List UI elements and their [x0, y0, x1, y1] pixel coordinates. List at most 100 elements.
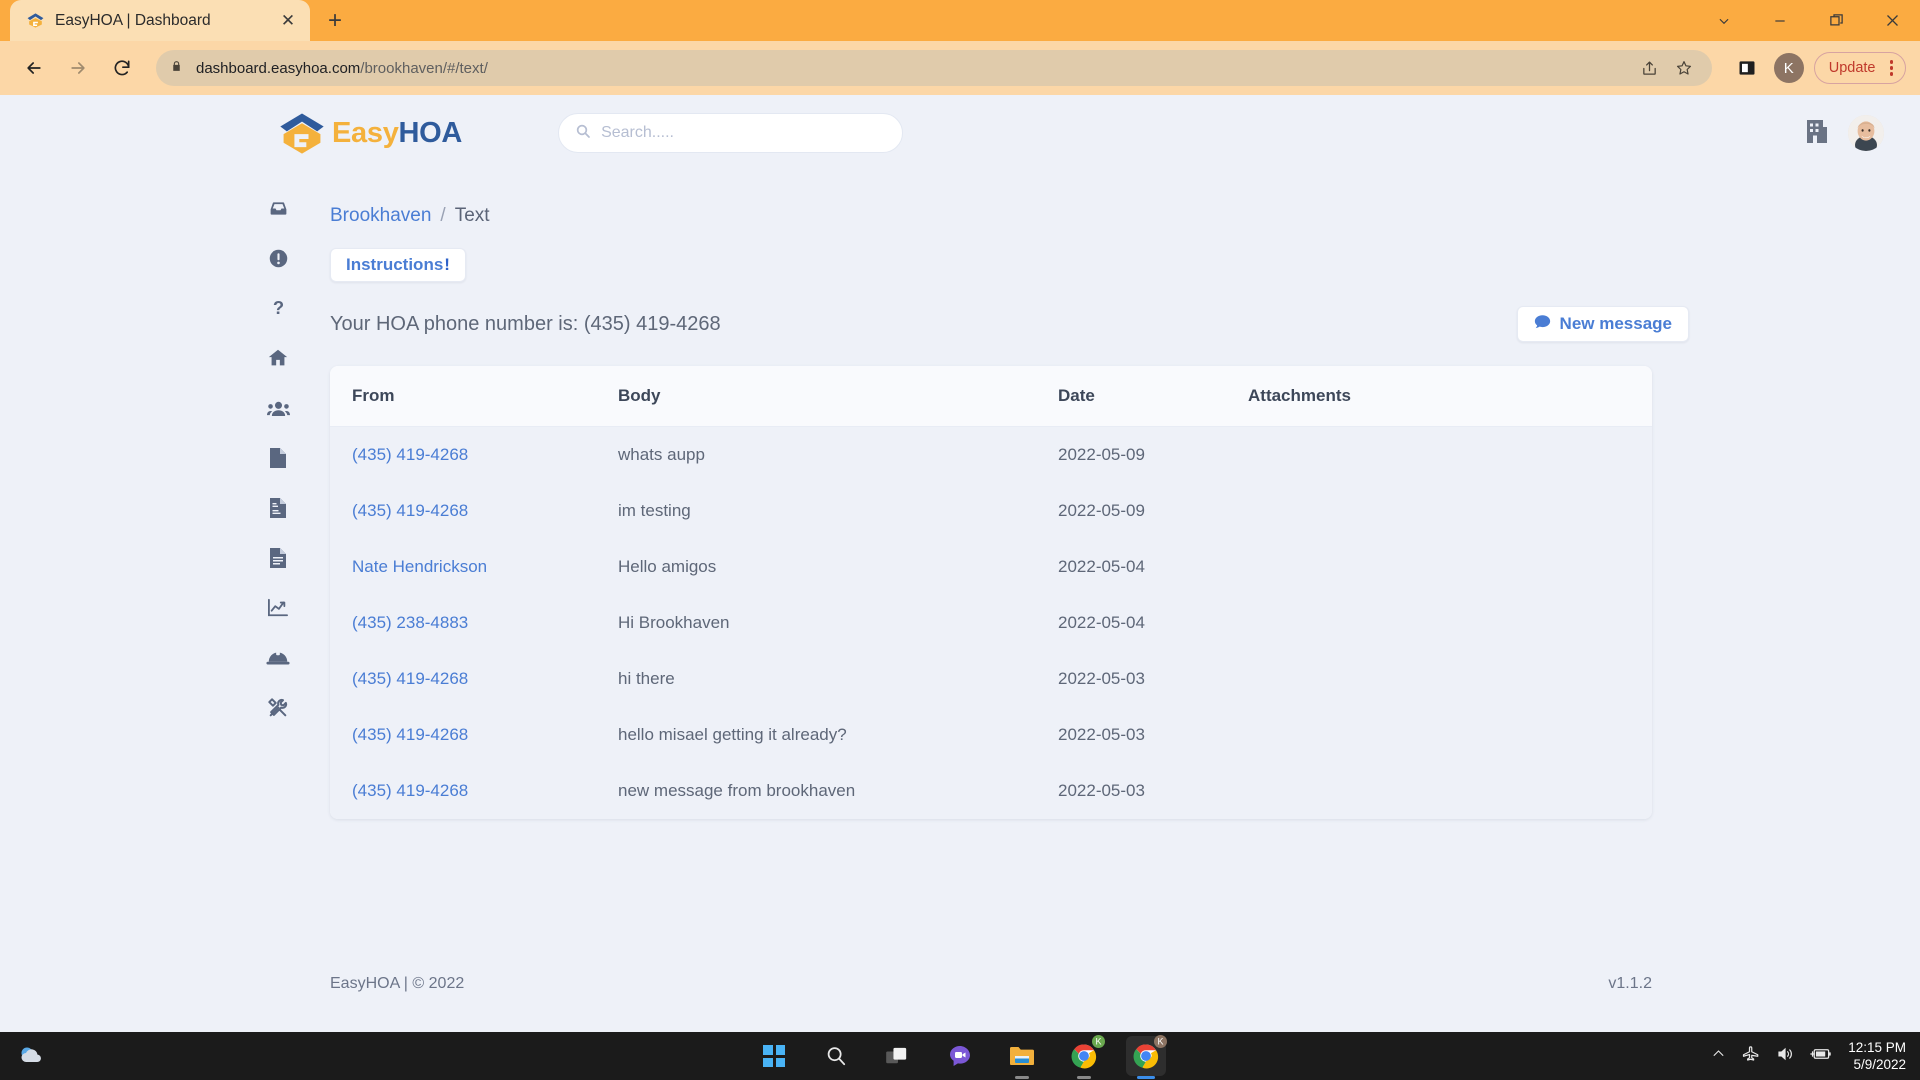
update-label: Update [1828, 60, 1876, 76]
footer-version: v1.1.2 [1608, 975, 1652, 992]
windows-logo-icon [763, 1045, 785, 1067]
cell-from: (435) 419-4268 [330, 426, 618, 483]
from-link[interactable]: (435) 419-4268 [352, 445, 468, 464]
messages-table: From Body Date Attachments (435) 419-426… [330, 366, 1652, 819]
cell-date: 2022-05-09 [1058, 426, 1248, 483]
sidebar-item-tools[interactable] [261, 691, 295, 725]
table-row: (435) 419-4268 new message from brookhave… [330, 763, 1652, 819]
main-content: Brookhaven / Text Instructions ! Your HO… [330, 191, 1920, 819]
cell-from: (435) 419-4268 [330, 483, 618, 539]
profile-avatar-chip[interactable]: K [1773, 53, 1804, 83]
search-icon [575, 123, 591, 144]
sidebar-item-help[interactable]: ? [261, 291, 295, 325]
star-icon[interactable] [1670, 54, 1698, 82]
cell-body: hello misael getting it already? [618, 707, 1058, 763]
sidebar-item-home[interactable] [261, 341, 295, 375]
messages-table-card: From Body Date Attachments (435) 419-426… [330, 366, 1652, 819]
close-window-button[interactable] [1864, 0, 1920, 41]
close-icon[interactable]: ✕ [276, 9, 300, 33]
running-indicator [1077, 1076, 1091, 1079]
cell-from: (435) 419-4268 [330, 763, 618, 819]
from-link[interactable]: Nate Hendrickson [352, 557, 487, 576]
cell-attachments [1248, 651, 1652, 707]
sidebar-item-maintenance[interactable] [261, 641, 295, 675]
search-taskbar-button[interactable] [816, 1036, 856, 1076]
lock-icon [170, 59, 184, 78]
cell-body: im testing [618, 483, 1058, 539]
breadcrumb-parent[interactable]: Brookhaven [330, 205, 431, 227]
chrome-window-1-button[interactable]: K [1064, 1035, 1105, 1079]
sidebar-item-documents[interactable] [261, 441, 295, 475]
svg-text:?: ? [272, 297, 283, 318]
share-icon[interactable] [1636, 54, 1664, 82]
exclamation-icon: ! [444, 255, 450, 274]
from-link[interactable]: (435) 419-4268 [352, 501, 468, 520]
from-link[interactable]: (435) 419-4268 [352, 725, 468, 744]
active-indicator [1137, 1076, 1155, 1079]
address-bar[interactable]: dashboard.easyhoa.com/brookhaven/#/text/ [156, 50, 1712, 86]
easyhoa-favicon [26, 11, 45, 30]
kebab-menu-icon[interactable] [1889, 60, 1893, 76]
weather-widget[interactable] [18, 1043, 44, 1069]
new-tab-button[interactable]: + [318, 4, 352, 38]
table-header-row: From Body Date Attachments [330, 366, 1652, 427]
file-explorer-button[interactable] [1002, 1036, 1042, 1079]
sidebar-item-alerts[interactable] [261, 241, 295, 275]
clock[interactable]: 12:15 PM 5/9/2022 [1848, 1039, 1906, 1073]
breadcrumb: Brookhaven / Text [330, 191, 1920, 227]
chat-button[interactable] [940, 1036, 980, 1076]
tab-search-button[interactable] [1696, 0, 1752, 41]
cell-date: 2022-05-04 [1058, 539, 1248, 595]
volume-icon[interactable] [1776, 1045, 1794, 1068]
svg-text:K: K [1157, 1037, 1163, 1047]
system-tray: 12:15 PM 5/9/2022 [1711, 1039, 1906, 1073]
table-row: Nate Hendrickson Hello amigos 2022-05-04 [330, 539, 1652, 595]
maximize-button[interactable] [1808, 0, 1864, 41]
cell-date: 2022-05-03 [1058, 707, 1248, 763]
side-panel-icon[interactable] [1730, 51, 1764, 85]
tab-title: EasyHOA | Dashboard [55, 11, 211, 29]
avatar[interactable] [1848, 115, 1884, 151]
table-row: (435) 238-4883 Hi Brookhaven 2022-05-04 [330, 595, 1652, 651]
building-icon[interactable] [1806, 118, 1828, 149]
task-view-button[interactable] [878, 1036, 918, 1076]
update-button[interactable]: Update [1813, 52, 1906, 84]
chrome-window-2-button[interactable]: K [1126, 1035, 1167, 1079]
from-link[interactable]: (435) 419-4268 [352, 781, 468, 800]
minimize-button[interactable] [1752, 0, 1808, 41]
battery-charging-icon[interactable] [1810, 1046, 1832, 1067]
from-link[interactable]: (435) 238-4883 [352, 613, 468, 632]
sidebar-item-invoices[interactable] [261, 491, 295, 525]
start-button[interactable] [754, 1036, 794, 1076]
cell-body: whats aupp [618, 426, 1058, 483]
search-input[interactable]: Search..... [558, 113, 904, 153]
cell-from: Nate Hendrickson [330, 539, 618, 595]
url-text: dashboard.easyhoa.com/brookhaven/#/text/ [196, 60, 1624, 77]
cell-date: 2022-05-04 [1058, 595, 1248, 651]
cell-date: 2022-05-03 [1058, 651, 1248, 707]
sidebar-item-residents[interactable] [261, 391, 295, 425]
table-body: (435) 419-4268 whats aupp 2022-05-09 (435) … [330, 426, 1652, 819]
new-message-label: New message [1559, 314, 1672, 333]
cell-attachments [1248, 595, 1652, 651]
cell-attachments [1248, 763, 1652, 819]
chevron-up-icon[interactable] [1711, 1046, 1726, 1066]
column-header-from: From [330, 366, 618, 427]
from-link[interactable]: (435) 419-4268 [352, 669, 468, 688]
forward-arrow-icon[interactable] [58, 48, 98, 88]
table-row: (435) 419-4268 whats aupp 2022-05-09 [330, 426, 1652, 483]
instructions-button[interactable]: Instructions ! [330, 248, 466, 282]
sidebar-item-inbox[interactable] [261, 191, 295, 225]
browser-tab[interactable]: EasyHOA | Dashboard ✕ [10, 0, 310, 41]
cell-date: 2022-05-03 [1058, 763, 1248, 819]
sidebar-item-analytics[interactable] [261, 591, 295, 625]
reload-icon[interactable] [102, 48, 142, 88]
cell-attachments [1248, 426, 1652, 483]
sidebar-item-reports[interactable] [261, 541, 295, 575]
browser-window: EasyHOA | Dashboard ✕ + dashboard.easyho… [0, 0, 1920, 1080]
back-arrow-icon[interactable] [14, 48, 54, 88]
window-controls [1696, 0, 1920, 41]
new-message-button[interactable]: New message [1516, 306, 1689, 342]
easyhoa-logo[interactable]: EasyHOA [276, 107, 462, 159]
airplane-mode-icon[interactable] [1742, 1045, 1760, 1068]
